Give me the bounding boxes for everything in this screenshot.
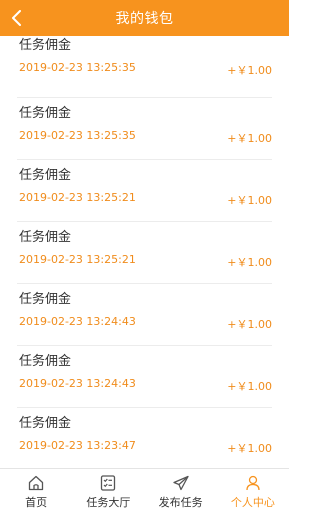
record-time: 2019-02-23 13:25:21 bbox=[19, 191, 136, 204]
wallet-screen: 我的钱包 任务佣金 2019-02-23 13:25:35 +￥1.00 任务佣… bbox=[0, 0, 289, 512]
record-amount: +￥1.00 bbox=[227, 256, 272, 269]
record-title: 任务佣金 bbox=[19, 230, 72, 245]
record-amount: +￥1.00 bbox=[227, 194, 272, 207]
record-title: 任务佣金 bbox=[19, 354, 72, 369]
tab-task-hall[interactable]: 任务大厅 bbox=[72, 469, 144, 512]
paper-plane-icon bbox=[172, 475, 189, 491]
chevron-left-icon bbox=[12, 10, 21, 26]
record-amount: +￥1.00 bbox=[227, 380, 272, 393]
record-amount: +￥1.00 bbox=[227, 64, 272, 77]
record-amount: +￥1.00 bbox=[227, 318, 272, 331]
user-icon bbox=[246, 475, 260, 491]
task-list-icon bbox=[101, 475, 116, 491]
tab-home[interactable]: 首页 bbox=[0, 469, 72, 512]
bottom-tab-bar: 首页 任务大厅 发布任务 个人中心 bbox=[0, 468, 289, 512]
record-time: 2019-02-23 13:25:35 bbox=[19, 129, 136, 142]
list-item[interactable]: 任务佣金 2019-02-23 13:25:21 +￥1.00 bbox=[17, 222, 272, 284]
top-bar: 我的钱包 bbox=[0, 0, 289, 36]
record-amount: +￥1.00 bbox=[227, 132, 272, 145]
record-title: 任务佣金 bbox=[19, 38, 72, 53]
transaction-list[interactable]: 任务佣金 2019-02-23 13:25:35 +￥1.00 任务佣金 201… bbox=[0, 36, 289, 468]
list-item[interactable]: 任务佣金 2019-02-23 13:23:47 +￥1.00 bbox=[17, 408, 272, 468]
back-button[interactable] bbox=[10, 0, 38, 36]
tab-home-label: 首页 bbox=[25, 496, 48, 509]
list-item[interactable]: 任务佣金 2019-02-23 13:24:43 +￥1.00 bbox=[17, 284, 272, 346]
list-item[interactable]: 任务佣金 2019-02-23 13:25:35 +￥1.00 bbox=[17, 36, 272, 98]
record-time: 2019-02-23 13:25:35 bbox=[19, 61, 136, 74]
tab-personal-center[interactable]: 个人中心 bbox=[217, 469, 289, 512]
tab-publish-task[interactable]: 发布任务 bbox=[145, 469, 217, 512]
record-time: 2019-02-23 13:24:43 bbox=[19, 377, 136, 390]
home-icon bbox=[28, 475, 44, 491]
list-item[interactable]: 任务佣金 2019-02-23 13:25:35 +￥1.00 bbox=[17, 98, 272, 160]
record-title: 任务佣金 bbox=[19, 292, 72, 307]
page-title: 我的钱包 bbox=[115, 11, 174, 27]
record-time: 2019-02-23 13:25:21 bbox=[19, 253, 136, 266]
record-time: 2019-02-23 13:24:43 bbox=[19, 315, 136, 328]
record-amount: +￥1.00 bbox=[227, 442, 272, 455]
record-title: 任务佣金 bbox=[19, 106, 72, 121]
tab-publish-task-label: 发布任务 bbox=[158, 496, 203, 509]
tab-personal-center-label: 个人中心 bbox=[230, 496, 275, 509]
record-title: 任务佣金 bbox=[19, 168, 72, 183]
list-item[interactable]: 任务佣金 2019-02-23 13:25:21 +￥1.00 bbox=[17, 160, 272, 222]
record-title: 任务佣金 bbox=[19, 416, 72, 431]
record-time: 2019-02-23 13:23:47 bbox=[19, 439, 136, 452]
list-item[interactable]: 任务佣金 2019-02-23 13:24:43 +￥1.00 bbox=[17, 346, 272, 408]
tab-task-hall-label: 任务大厅 bbox=[86, 496, 131, 509]
